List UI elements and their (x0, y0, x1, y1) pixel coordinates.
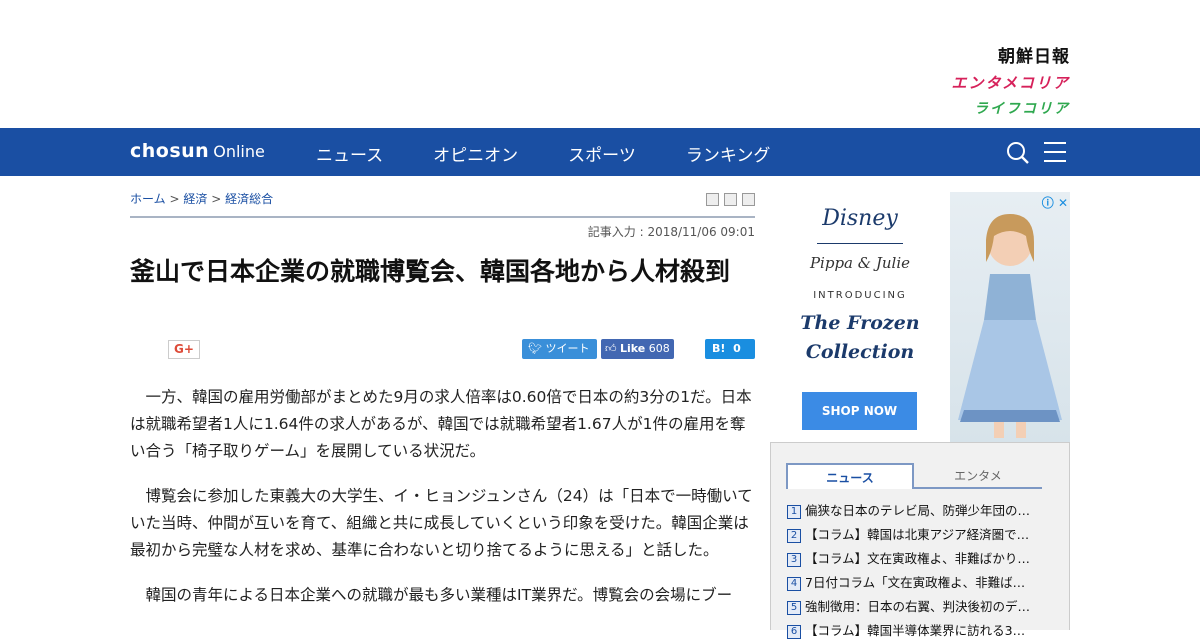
brand-links: 朝鮮日報 エンタメコリア ライフコリア (951, 44, 1070, 122)
tab-entame[interactable]: エンタメ (914, 463, 1042, 489)
ad-title: The Frozen Collection (770, 309, 950, 367)
top-brand-bar: 朝鮮日報 エンタメコリア ライフコリア (0, 0, 1200, 128)
ad-brand-logo: Disney (822, 206, 898, 231)
nav-item-opinion[interactable]: オピニオン (433, 141, 518, 166)
nav-item-sports[interactable]: スポーツ (568, 141, 636, 166)
rank-number: 2 (787, 528, 801, 543)
chosun-online-logo[interactable]: chosun Online (130, 140, 265, 162)
thumbs-up-icon: 👍︎ (605, 342, 620, 355)
ranking-item[interactable]: 4 7日付コラム「文在寅政権よ、非難ば… (787, 571, 1057, 595)
fb-like-count: 608 (648, 342, 670, 355)
print-icon[interactable] (706, 193, 719, 206)
ranking-item[interactable]: 2 【コラム】韓国は北東アジア経済圏で… (787, 523, 1057, 547)
ranking-item-title: 偏狭な日本のテレビ局、防弾少年団の… (805, 503, 1031, 518)
twitter-bird-icon: 🐦︎ (528, 342, 546, 355)
share-bar: G+ 🐦︎ ツイート 👍︎ Like 608 B! 0 (130, 339, 755, 361)
ad-intro-text: INTRODUCING (813, 290, 907, 301)
rank-number: 5 (787, 600, 801, 615)
nav-item-news[interactable]: ニュース (316, 141, 383, 166)
hamburger-menu-icon[interactable] (1044, 142, 1066, 162)
rank-number: 3 (787, 552, 801, 567)
ranking-item-title: 【コラム】韓国は北東アジア経済圏で… (805, 527, 1030, 542)
ad-choices-icon[interactable]: ⓘ ✕ (1042, 194, 1068, 211)
search-icon[interactable] (1006, 141, 1030, 165)
hatena-label: B! (712, 342, 726, 355)
facebook-like-button[interactable]: 👍︎ Like 608 (601, 339, 674, 359)
ad-shop-now-button[interactable]: SHOP NOW (802, 392, 917, 430)
ranking-list: 1 偏狭な日本のテレビ局、防弾少年団の… 2 【コラム】韓国は北東アジア経済圏で… … (787, 499, 1057, 643)
font-size-icon[interactable] (724, 193, 737, 206)
breadcrumb-economy-general[interactable]: 経済総合 (225, 192, 273, 206)
ranking-item-title: 【コラム】文在寅政権よ、非難ばかり… (805, 551, 1030, 566)
logo-light-text: Online (213, 142, 265, 161)
article-headline: 釜山で日本企業の就職博覧会、韓国各地から人材殺到 (130, 257, 731, 286)
ad-divider (817, 243, 903, 244)
breadcrumb: ホーム > 経済 > 経済総合 (130, 190, 273, 207)
life-korea-logo[interactable]: ライフコリア (951, 96, 1070, 122)
entame-korea-logo[interactable]: エンタメコリア (951, 70, 1070, 96)
google-plus-button[interactable]: G+ (168, 340, 200, 359)
tweet-button[interactable]: 🐦︎ ツイート (522, 339, 597, 359)
ranking-item[interactable]: 1 偏狭な日本のテレビ局、防弾少年団の… (787, 499, 1057, 523)
ranking-item-title: 強制徴用：日本の右翼、判決後初のデ… (805, 599, 1031, 614)
ad-product-image (950, 192, 1070, 442)
tweet-label: ツイート (545, 342, 590, 355)
article-paragraph: 一方、韓国の雇用労働部がまとめた9月の求人倍率は0.60倍で日本の約3分の1だ。… (130, 388, 752, 460)
rank-number: 1 (787, 504, 801, 519)
back-icon[interactable] (742, 193, 755, 206)
hatena-count: 0 (733, 342, 741, 355)
article-paragraph: 韓国の青年による日本企業への就職が最も多い業種はIT業界だ。博覧会の会場にブー (145, 586, 733, 604)
article-body: 一方、韓国の雇用労働部がまとめた9月の求人倍率は0.60倍で日本の約3分の1だ。… (130, 384, 755, 627)
ad-text-panel: Disney Pippa & Julie INTRODUCING The Fro… (770, 192, 950, 442)
breadcrumb-separator: > (169, 192, 180, 206)
logo-bold-text: chosun (130, 140, 210, 162)
article-tools (701, 193, 755, 206)
ranking-item[interactable]: 5 強制徴用：日本の右翼、判決後初のデ… (787, 595, 1057, 619)
article-dateline: 記事入力 : 2018/11/06 09:01 (587, 225, 755, 239)
breadcrumb-home[interactable]: ホーム (130, 192, 166, 206)
rank-number: 6 (787, 624, 801, 639)
ad-title-line: The Frozen (800, 312, 920, 334)
ad-title-line: Collection (805, 341, 915, 363)
main-nav-bar: chosun Online ニュース オピニオン スポーツ ランキング (0, 128, 1200, 176)
ranking-item-title: 7日付コラム「文在寅政権よ、非難ば… (805, 575, 1026, 590)
nav-items: ニュース オピニオン スポーツ ランキング (316, 141, 820, 166)
ranking-item-title: 【コラム】韓国半導体業界に訪れる3… (805, 623, 1026, 638)
ranking-item[interactable]: 6 【コラム】韓国半導体業界に訪れる3… (787, 619, 1057, 643)
ranking-item[interactable]: 3 【コラム】文在寅政権よ、非難ばかり… (787, 547, 1057, 571)
advertisement-banner[interactable]: Disney Pippa & Julie INTRODUCING The Fro… (770, 192, 1070, 442)
ranking-widget: ニュース エンタメ 1 偏狭な日本のテレビ局、防弾少年団の… 2 【コラム】韓国は北… (770, 442, 1070, 639)
hatena-bookmark-button[interactable]: B! 0 (705, 339, 755, 359)
breadcrumb-separator: > (211, 192, 222, 206)
chosun-ilbo-logo[interactable]: 朝鮮日報 (951, 44, 1070, 70)
nav-item-ranking[interactable]: ランキング (686, 141, 771, 166)
fb-like-label: Like (620, 342, 646, 355)
ad-sub-brand: Pippa & Julie (809, 254, 911, 272)
rank-number: 4 (787, 576, 801, 591)
article-paragraph: 博覧会に参加した東義大の大学生、イ・ヒョンジュンさん（24）は「日本で一時働いて… (130, 487, 753, 559)
ranking-tabs: ニュース エンタメ (786, 463, 1042, 489)
tab-news[interactable]: ニュース (786, 463, 914, 489)
breadcrumb-economy[interactable]: 経済 (183, 192, 207, 206)
divider (130, 216, 755, 218)
